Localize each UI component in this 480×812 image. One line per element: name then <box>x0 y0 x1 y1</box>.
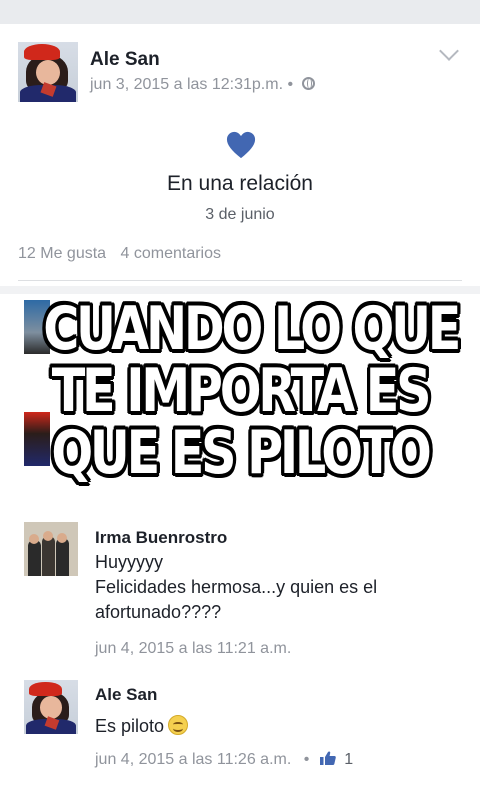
post-timestamp[interactable]: jun 3, 2015 a las 12:31p.m. <box>90 76 283 93</box>
post-author-name[interactable]: Ale San <box>90 49 160 71</box>
comment-line: Felicidades hermosa...y quien es el <box>95 577 378 597</box>
comment-like-count[interactable]: 1 <box>344 751 353 768</box>
comment-line: Huyyyyy <box>95 552 164 572</box>
relationship-date: 3 de junio <box>205 206 275 223</box>
meme-caption: CUANDO LO QUE TE IMPORTA ES QUE ES PILOT… <box>43 294 461 488</box>
comment-text: Huyyyyy Felicidades hermosa...y quien es… <box>95 550 445 625</box>
meta-separator: • <box>303 751 310 768</box>
author-avatar[interactable] <box>18 42 78 102</box>
post-meta: jun 3, 2015 a las 12:31p.m. • <box>90 76 315 94</box>
comment-text: Es piloto <box>95 714 445 739</box>
heart-icon <box>226 131 256 159</box>
comment-meta: jun 4, 2015 a las 11:26 a.m. • 1 <box>95 751 353 769</box>
meme-line: CUANDO LO QUE <box>43 294 461 364</box>
like-icon[interactable] <box>319 751 336 765</box>
commenter-avatar[interactable] <box>24 680 78 734</box>
commenter-avatar[interactable] <box>24 522 78 576</box>
comment-line: afortunado???? <box>95 602 222 622</box>
smile-emoji-icon <box>168 715 189 735</box>
comments-count[interactable]: 4 comentarios <box>121 245 222 262</box>
comment-author[interactable]: Irma Buenrostro <box>95 528 227 548</box>
comment-body: Es piloto <box>95 716 165 736</box>
section-gap <box>0 286 480 294</box>
meta-separator: • <box>287 76 294 93</box>
divider <box>18 280 462 281</box>
meme-line: TE IMPORTA ES <box>51 356 432 426</box>
globe-icon <box>301 77 315 90</box>
meme-line: QUE ES PILOTO <box>51 418 432 488</box>
post-counts: 12 Me gusta 4 comentarios <box>18 245 221 263</box>
comment-timestamp[interactable]: jun 4, 2015 a las 11:26 a.m. <box>95 751 291 768</box>
top-strip <box>0 0 480 24</box>
comment-author[interactable]: Ale San <box>95 685 157 705</box>
comment-timestamp[interactable]: jun 4, 2015 a las 11:21 a.m. <box>95 640 291 658</box>
relationship-status: En una relación <box>167 172 313 195</box>
likes-count[interactable]: 12 Me gusta <box>18 245 106 262</box>
